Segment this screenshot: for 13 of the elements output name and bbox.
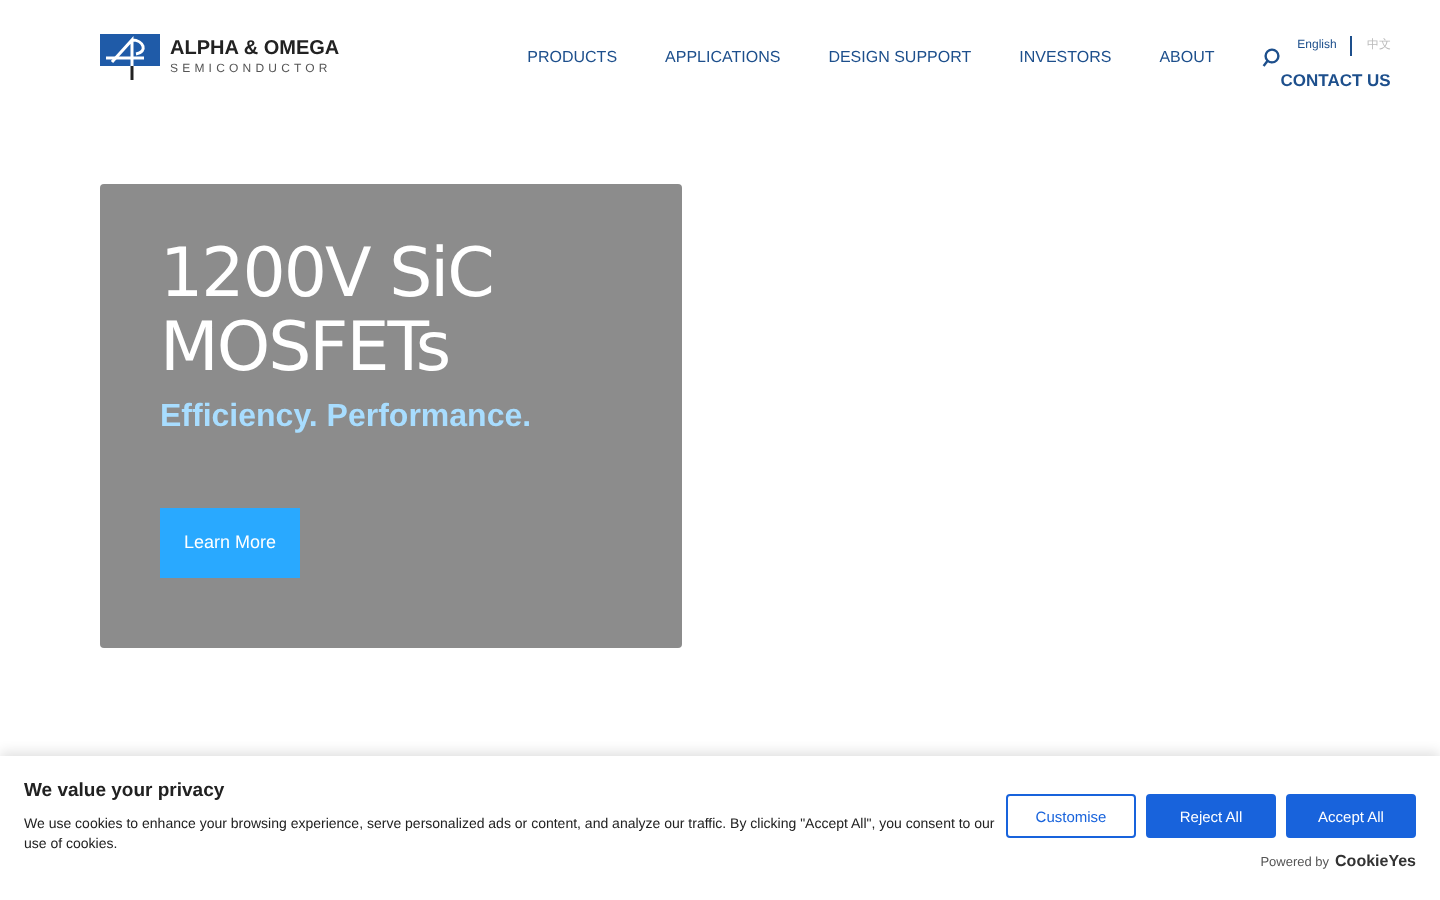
nav-link[interactable]: DESIGN SUPPORT [828, 48, 972, 66]
logo-name: ALPHA & OMEGA [170, 39, 340, 59]
hero-title: 1200V SiC MOSFETs [160, 238, 495, 388]
nav-link[interactable]: PRODUCTS [527, 48, 618, 66]
logo-icon[interactable] [100, 33, 160, 81]
nav-link[interactable]: INVESTORS [1019, 48, 1112, 66]
banner-title: We value your privacy [24, 780, 227, 802]
brand-logo[interactable]: CookieYes [1335, 852, 1416, 870]
nav-link[interactable]: ABOUT [1159, 48, 1215, 66]
search-icon[interactable] [1262, 47, 1281, 67]
hero-subtitle: Efficiency. Performance. [160, 399, 532, 436]
nav-link[interactable]: APPLICATIONS [665, 48, 781, 66]
contact-link[interactable]: CONTACT US [1280, 69, 1391, 89]
